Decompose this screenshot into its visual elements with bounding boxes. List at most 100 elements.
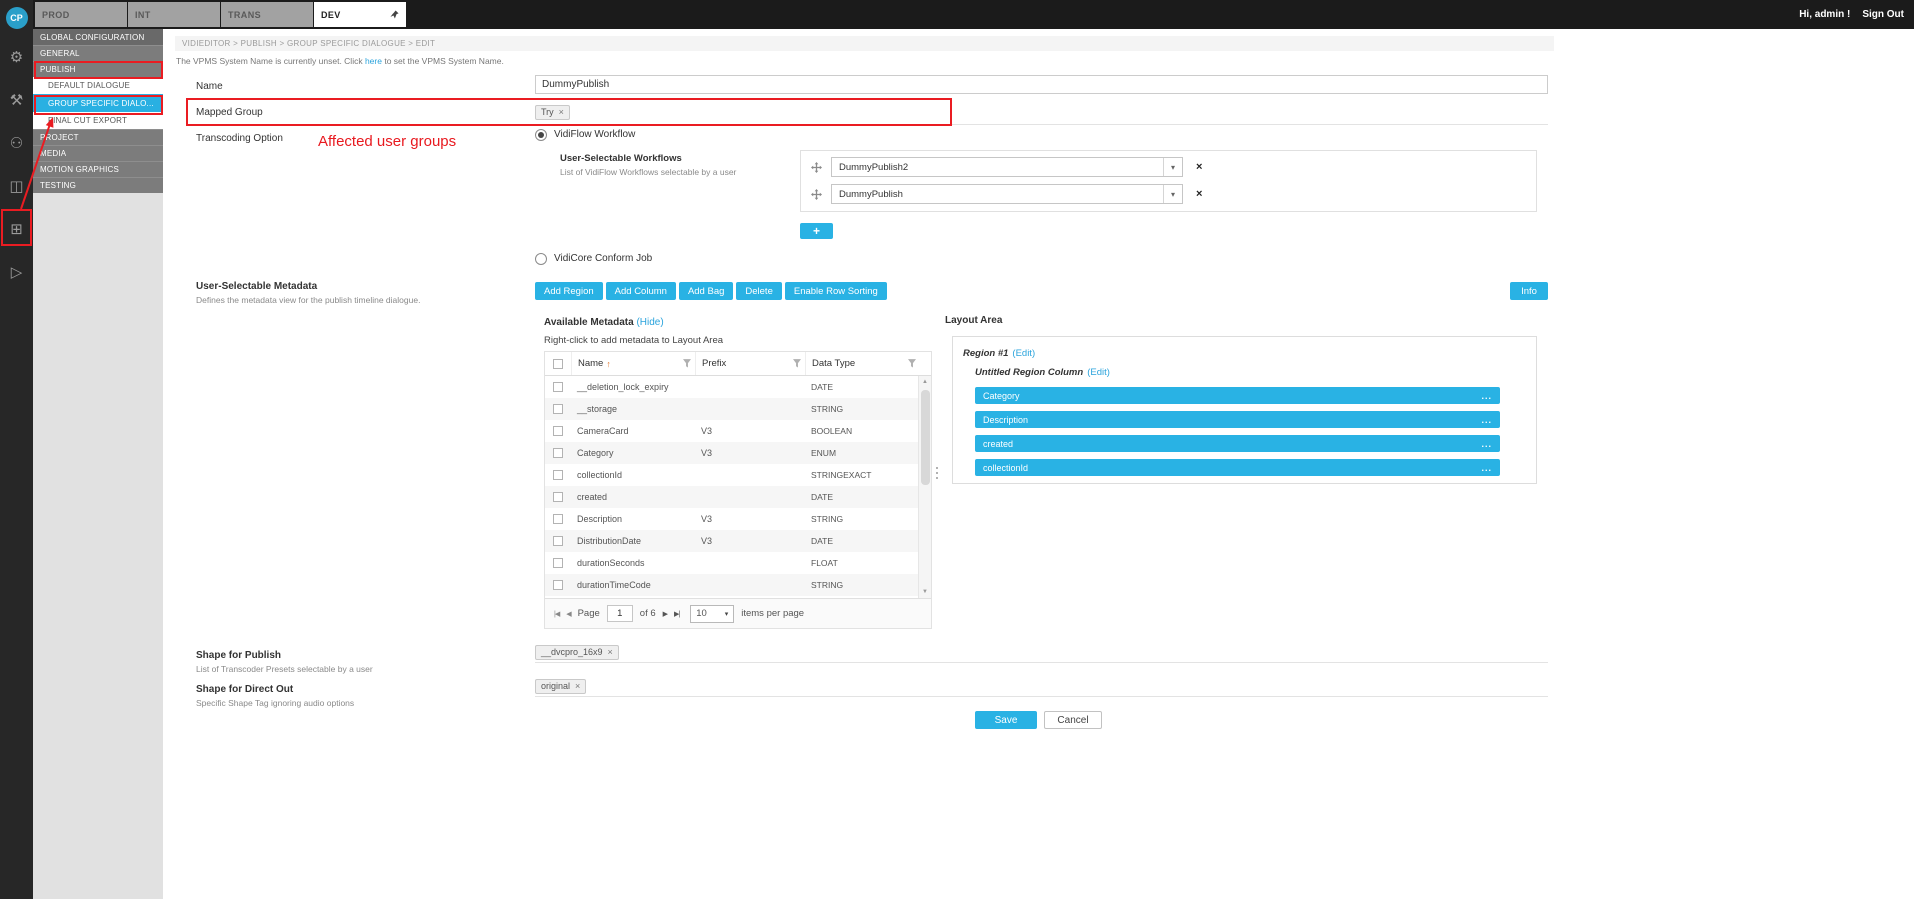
toolbar-button-add-region[interactable]: Add Region [535, 282, 603, 300]
row-checkbox[interactable] [553, 470, 563, 480]
toolbar-button-add-column[interactable]: Add Column [606, 282, 676, 300]
filter-icon[interactable] [683, 359, 691, 368]
toolbar-button-delete[interactable]: Delete [736, 282, 781, 300]
table-row[interactable]: durationSecondsFLOAT [545, 552, 920, 574]
player-icon[interactable]: ▷ [0, 250, 33, 293]
more-options-icon[interactable]: ... [1481, 463, 1492, 473]
mapped-group-field[interactable]: Try× [535, 100, 1548, 125]
layout-column-item[interactable]: created... [975, 435, 1500, 452]
nav-item-media[interactable]: MEDIA [33, 145, 163, 161]
drag-handle-icon[interactable] [811, 162, 822, 173]
name-input[interactable] [535, 75, 1548, 94]
tab-prod[interactable]: PROD [35, 2, 127, 27]
configuration-icon[interactable]: ⊞ [0, 207, 33, 250]
column-header-name[interactable]: Name↑ [571, 352, 695, 375]
caret-down-icon[interactable]: ▾ [1163, 158, 1182, 176]
more-options-icon[interactable]: ... [1481, 439, 1492, 449]
sign-out-link[interactable]: Sign Out [1862, 9, 1904, 20]
cell-prefix: V3 [695, 442, 805, 464]
hide-link[interactable]: (Hide) [636, 317, 663, 328]
next-page-icon[interactable]: ▶ [663, 610, 667, 618]
nav-item-default-dialogue[interactable]: DEFAULT DIALOGUE [33, 77, 163, 94]
table-row[interactable]: durationTimeCodeSTRING [545, 574, 920, 596]
caret-down-icon[interactable]: ▾ [1163, 185, 1182, 203]
workflow-select[interactable]: DummyPublish2▾ [831, 157, 1183, 177]
row-checkbox[interactable] [553, 580, 563, 590]
tab-dev[interactable]: DEV [314, 2, 406, 27]
remove-workflow-icon[interactable]: × [1196, 188, 1202, 200]
nav-item-testing[interactable]: TESTING [33, 177, 163, 193]
column-header-prefix[interactable]: Prefix [695, 352, 805, 375]
pin-icon[interactable] [390, 10, 399, 19]
layout-column-item[interactable]: Description... [975, 411, 1500, 428]
select-all-checkbox[interactable] [553, 359, 563, 369]
row-checkbox[interactable] [553, 536, 563, 546]
workflow-select[interactable]: DummyPublish▾ [831, 184, 1183, 204]
toolbar-button-enable-row-sorting[interactable]: Enable Row Sorting [785, 282, 887, 300]
nav-item-general[interactable]: GENERAL [33, 45, 163, 61]
row-checkbox[interactable] [553, 426, 563, 436]
vidicore-conform-radio[interactable]: VidiCore Conform Job [535, 252, 652, 265]
table-row[interactable]: collectionIdSTRINGEXACT [545, 464, 920, 486]
avatar[interactable]: CP [6, 7, 28, 29]
tab-int[interactable]: INT [128, 2, 220, 27]
filter-icon[interactable] [793, 359, 801, 368]
table-row[interactable]: CameraCardV3BOOLEAN [545, 420, 920, 442]
row-checkbox[interactable] [553, 514, 563, 524]
tab-trans[interactable]: TRANS [221, 2, 313, 27]
table-row[interactable]: CategoryV3ENUM [545, 442, 920, 464]
settings-icon[interactable]: ⚙ [0, 35, 33, 78]
more-options-icon[interactable]: ... [1481, 391, 1492, 401]
column-header-data-type[interactable]: Data Type [805, 352, 920, 375]
remove-tag-icon[interactable]: × [608, 647, 613, 657]
prev-page-icon[interactable]: ◀ [566, 610, 570, 618]
row-checkbox[interactable] [553, 382, 563, 392]
layout-column-item[interactable]: collectionId... [975, 459, 1500, 476]
table-row[interactable]: DistributionDateV3DATE [545, 530, 920, 552]
vidiflow-workflow-radio[interactable]: VidiFlow Workflow [535, 128, 635, 141]
page-size-select[interactable]: 10▾ [690, 605, 734, 623]
scrollbar-thumb[interactable] [921, 390, 930, 485]
row-checkbox[interactable] [553, 492, 563, 502]
table-row[interactable]: __deletion_lock_expiryDATE [545, 376, 920, 398]
vpms-set-link[interactable]: here [365, 56, 382, 66]
table-row[interactable]: __storageSTRING [545, 398, 920, 420]
column-edit-link[interactable]: (Edit) [1087, 367, 1110, 378]
layout-column-item[interactable]: Category... [975, 387, 1500, 404]
filter-icon[interactable] [908, 359, 916, 368]
toolbar-button-add-bag[interactable]: Add Bag [679, 282, 733, 300]
panel-splitter[interactable] [934, 453, 940, 493]
drag-handle-icon[interactable] [811, 189, 822, 200]
remove-tag-icon[interactable]: × [575, 681, 580, 691]
more-options-icon[interactable]: ... [1481, 415, 1492, 425]
shape-publish-field[interactable]: __dvcpro_16x9× [535, 642, 1548, 663]
table-row[interactable]: createdDATE [545, 486, 920, 508]
info-button[interactable]: Info [1510, 282, 1548, 300]
table-row[interactable]: DescriptionV3STRING [545, 508, 920, 530]
package-icon[interactable]: ◫ [0, 164, 33, 207]
save-button[interactable]: Save [975, 711, 1037, 729]
row-checkbox[interactable] [553, 448, 563, 458]
nav-item-final-cut-export[interactable]: FINAL CUT EXPORT [33, 112, 163, 129]
users-icon[interactable]: ⚇ [0, 121, 33, 164]
first-page-icon[interactable]: |◀ [554, 610, 559, 618]
shape-direct-out-field[interactable]: original× [535, 676, 1548, 697]
remove-workflow-icon[interactable]: × [1196, 161, 1202, 173]
scroll-up-icon[interactable]: ▲ [922, 376, 928, 388]
cell-name: Category [571, 442, 695, 464]
region-edit-link[interactable]: (Edit) [1012, 348, 1035, 359]
remove-tag-icon[interactable]: × [559, 107, 564, 117]
grid-scrollbar[interactable]: ▲ ▼ [918, 376, 931, 598]
workflow-icon[interactable]: ⚒ [0, 78, 33, 121]
nav-item-publish[interactable]: PUBLISH [33, 61, 163, 77]
cancel-button[interactable]: Cancel [1044, 711, 1102, 729]
page-input[interactable] [607, 605, 633, 622]
nav-item-project[interactable]: PROJECT [33, 129, 163, 145]
last-page-icon[interactable]: ▶| [674, 610, 679, 618]
nav-item-motion-graphics[interactable]: MOTION GRAPHICS [33, 161, 163, 177]
row-checkbox[interactable] [553, 558, 563, 568]
row-checkbox[interactable] [553, 404, 563, 414]
add-workflow-button[interactable]: + [800, 223, 833, 239]
nav-item-group-specific-dialo[interactable]: GROUP SPECIFIC DIALO... [33, 94, 163, 112]
scroll-down-icon[interactable]: ▼ [922, 586, 928, 598]
